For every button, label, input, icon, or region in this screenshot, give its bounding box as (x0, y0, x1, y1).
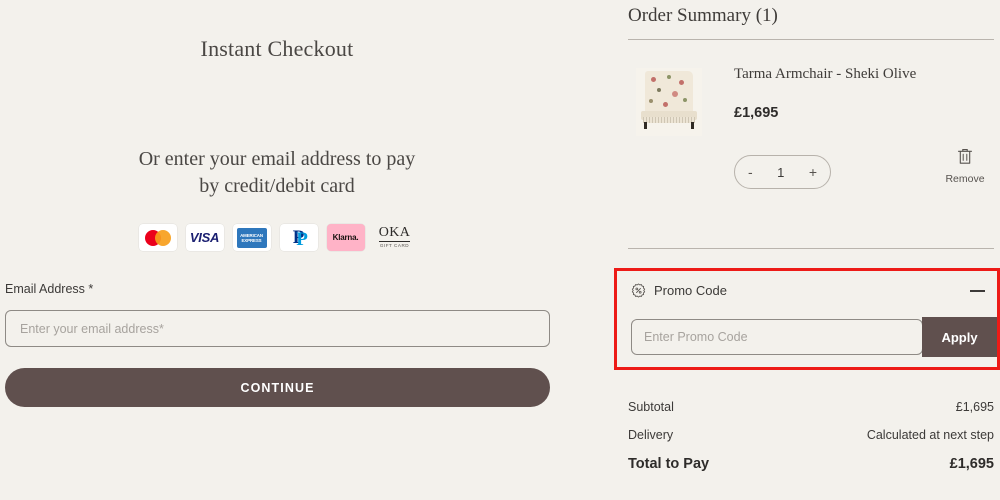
promo-code-header[interactable]: Promo Code (631, 283, 727, 298)
payment-methods-row: VISA AMERICAN EXPRESS P Klarna. OKA GIFT… (0, 224, 554, 251)
oka-icon-sublabel: GIFT CARD (379, 243, 410, 249)
promo-collapse-toggle[interactable] (970, 290, 985, 292)
product-price: £1,695 (734, 105, 779, 121)
product-name: Tarma Armchair - Sheki Olive (734, 66, 917, 82)
subtotal-row: Subtotal £1,695 (628, 400, 994, 414)
order-summary-panel: Order Summary (1) Tarma Armchair - Sheki… (614, 0, 1000, 500)
quantity-stepper[interactable]: - 1 + (734, 155, 831, 189)
product-thumbnail (636, 68, 702, 136)
promo-code-section: Promo Code Apply (614, 268, 1000, 370)
quantity-decrease-button[interactable]: - (748, 165, 753, 179)
oka-icon-label: OKA (378, 225, 411, 243)
remove-item-label: Remove (945, 173, 985, 185)
trash-icon (957, 149, 973, 164)
visa-icon: VISA (185, 224, 224, 251)
continue-button[interactable]: CONTINUE (5, 368, 550, 407)
amex-icon-label: AMERICAN EXPRESS (240, 232, 263, 243)
mastercard-icon (138, 224, 177, 251)
total-to-pay-value: £1,695 (949, 456, 994, 472)
delivery-label: Delivery (628, 428, 674, 442)
checkout-page: Instant Checkout Or enter your email add… (0, 0, 1000, 500)
email-field-label: Email Address * (5, 282, 94, 296)
oka-gift-card-icon: OKA GIFT CARD (374, 224, 416, 251)
email-pay-prompt-line1: Or enter your email address to pay (138, 148, 416, 170)
checkout-left-panel: Instant Checkout Or enter your email add… (0, 0, 554, 500)
email-field[interactable] (5, 310, 550, 347)
email-pay-prompt-line2: by credit/debit card (199, 175, 355, 197)
order-summary-title: Order Summary (1) (628, 5, 778, 26)
klarna-icon: Klarna. (326, 224, 365, 251)
promo-code-label: Promo Code (654, 283, 727, 298)
delivery-row: Delivery Calculated at next step (628, 428, 994, 442)
promo-code-input[interactable] (631, 319, 923, 355)
total-to-pay-label: Total to Pay (628, 456, 710, 472)
quantity-value: 1 (777, 164, 785, 180)
klarna-icon-label: Klarna. (332, 233, 359, 242)
visa-icon-label: VISA (189, 230, 220, 245)
total-to-pay-row: Total to Pay £1,695 (628, 456, 994, 472)
subtotal-label: Subtotal (628, 400, 674, 414)
delivery-value: Calculated at next step (866, 428, 994, 442)
order-totals: Subtotal £1,695 Delivery Calculated at n… (628, 400, 994, 486)
email-pay-prompt: Or enter your email address to pay by cr… (0, 146, 554, 200)
remove-item-button[interactable]: Remove (936, 148, 994, 187)
subtotal-value: £1,695 (955, 400, 994, 414)
summary-divider-top (628, 39, 994, 40)
apply-promo-button[interactable]: Apply (922, 317, 997, 357)
paypal-icon: P (279, 224, 318, 251)
discount-badge-icon (631, 283, 646, 298)
quantity-increase-button[interactable]: + (809, 165, 817, 179)
page-title: Instant Checkout (200, 36, 354, 61)
amex-icon: AMERICAN EXPRESS (232, 224, 271, 251)
summary-divider-middle (628, 248, 994, 249)
